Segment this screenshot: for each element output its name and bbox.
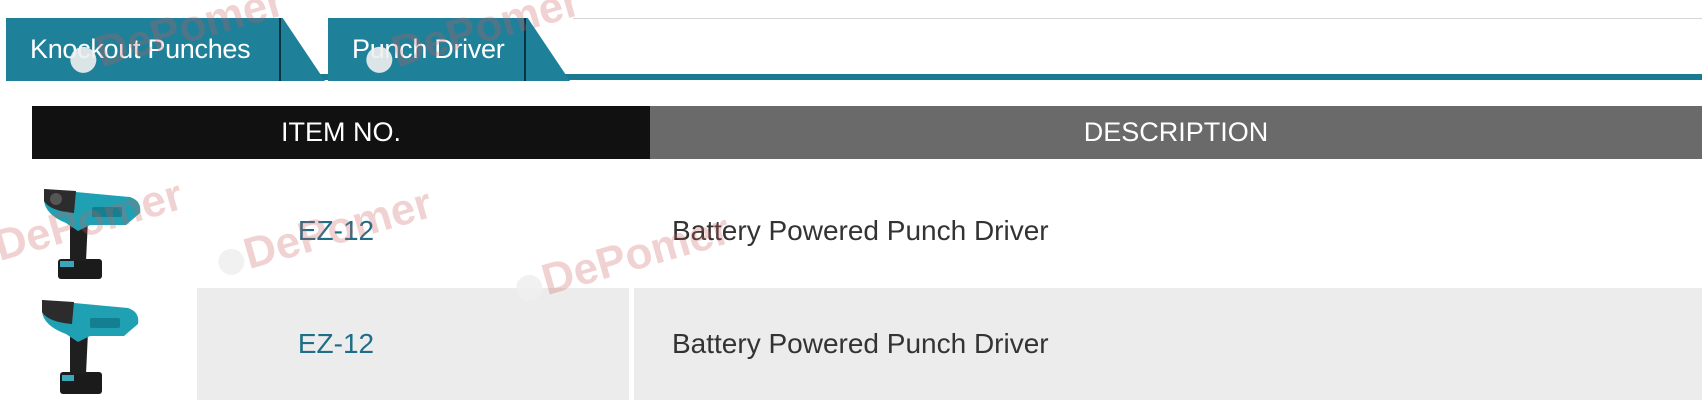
tab-divider (279, 18, 281, 81)
tab-knockout-punches-label: Knockout Punches (30, 34, 251, 64)
item-description: Battery Powered Punch Driver (672, 328, 1049, 359)
column-header-item-no: ITEM NO. (32, 106, 650, 159)
item-number-link[interactable]: EZ-12 (197, 175, 475, 287)
column-header-description: DESCRIPTION (650, 106, 1702, 159)
table-row: EZ-12 Battery Powered Punch Driver (0, 175, 1702, 287)
category-tab-bar: Knockout Punches Punch Driver (0, 0, 1702, 82)
tab-bar-top-rule (573, 18, 1702, 19)
punch-driver-tool-image[interactable] (30, 292, 150, 396)
tab-knockout-punches-slant (281, 18, 325, 81)
tab-punch-driver-label: Punch Driver (352, 34, 505, 64)
tab-knockout-punches[interactable]: Knockout Punches (6, 18, 280, 81)
table-row: EZ-12 Battery Powered Punch Driver (0, 288, 1702, 400)
table-header: ITEM NO. DESCRIPTION (32, 106, 1702, 159)
tab-divider (524, 18, 526, 81)
tab-punch-driver-slant (526, 18, 570, 81)
item-description: Battery Powered Punch Driver (672, 215, 1049, 246)
tab-punch-driver[interactable]: Punch Driver (328, 18, 524, 81)
item-number-link[interactable]: EZ-12 (197, 288, 475, 400)
punch-driver-tool-image[interactable] (30, 179, 150, 283)
